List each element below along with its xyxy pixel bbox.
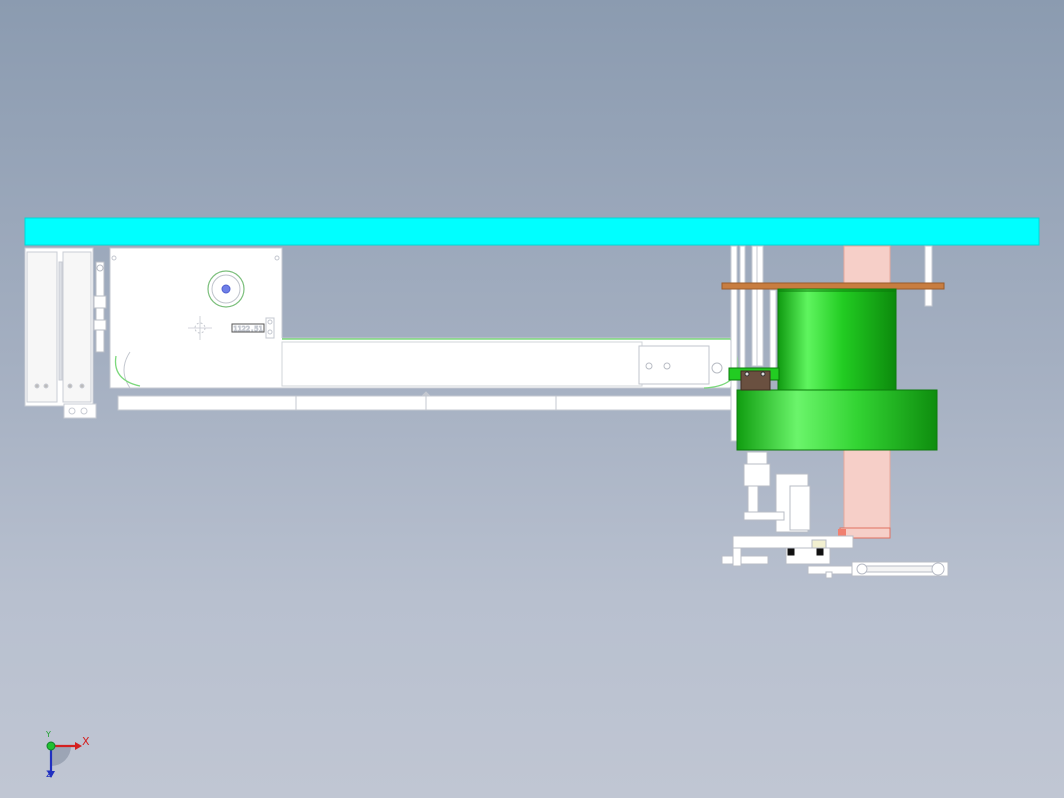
bottom-rail	[117, 391, 739, 411]
nameplate-label: 1122.51	[233, 325, 263, 333]
belt-conveyor[interactable]	[114, 337, 739, 389]
z-axis-label: Z	[46, 770, 53, 780]
y-axis-label: Y	[46, 730, 51, 739]
coordinate-triad: X Y Z	[38, 730, 98, 786]
y-axis-dot	[46, 741, 56, 751]
green-cylinder-base[interactable]	[736, 389, 938, 451]
gripper-assembly[interactable]	[721, 451, 949, 579]
left-end-housing[interactable]	[24, 247, 97, 419]
cad-model-view[interactable]: 1122.51	[0, 0, 1064, 798]
green-cylinder-upper[interactable]	[777, 288, 897, 392]
x-axis-label: X	[82, 735, 90, 748]
cad-viewport[interactable]: 1122.51 X Y Z	[0, 0, 1064, 798]
cyan-top-beam[interactable]	[24, 217, 1040, 246]
left-guide-rod	[93, 261, 107, 353]
flange-plate[interactable]	[721, 282, 945, 290]
